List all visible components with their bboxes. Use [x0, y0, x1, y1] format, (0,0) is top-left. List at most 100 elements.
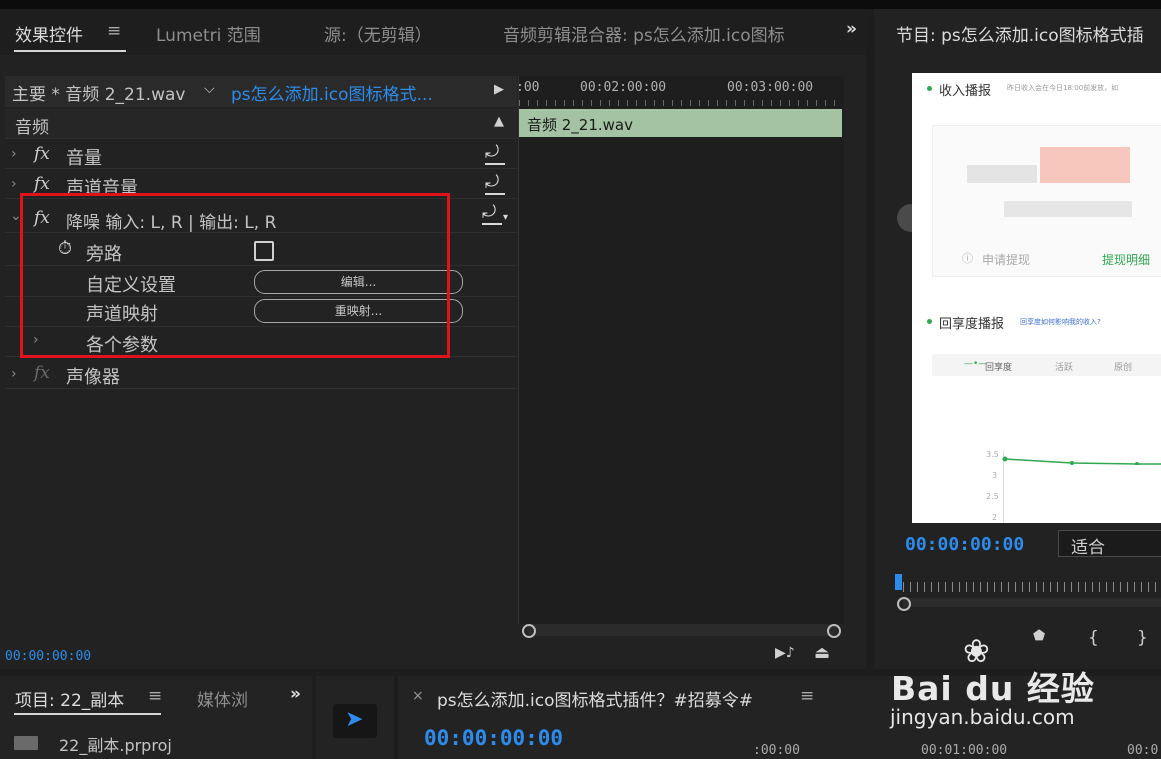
- ruler-ticks: [519, 100, 841, 106]
- remap-button[interactable]: 重映射...: [254, 299, 463, 323]
- bypass-label: 旁路: [86, 244, 122, 265]
- active-tab-underline: [14, 50, 126, 52]
- sequence-ruler-label: 00:0: [1127, 743, 1159, 758]
- sequence-tab-title[interactable]: ps怎么添加.ico图标格式插件？#招募令#: [437, 686, 753, 711]
- y-tick-label: 3: [992, 471, 998, 480]
- tab-audio-clip-mixer[interactable]: 音频剪辑混合器: ps怎么添加.ico图标: [503, 21, 813, 46]
- fx-icon[interactable]: fx: [34, 208, 50, 228]
- reset-icon[interactable]: ⤾: [482, 202, 496, 222]
- watermark-brand-text: Bai du 经验: [891, 669, 1095, 708]
- tab-lumetri-scopes[interactable]: Lumetri 范围: [156, 21, 261, 46]
- section2-link: 回享度如何影响我的收入?: [1020, 318, 1101, 326]
- audio-section-label: 音频: [15, 118, 49, 138]
- fx-icon[interactable]: fx: [34, 174, 50, 194]
- mini-timeline-scrollbar[interactable]: [527, 624, 837, 636]
- ruler-label: :00: [516, 80, 540, 95]
- sequence-ruler-label: :00:00: [753, 743, 800, 758]
- fit-dropdown-value: 适合: [1071, 538, 1105, 558]
- play-triangle-icon[interactable]: ▶: [494, 82, 504, 97]
- expand-chevron-icon[interactable]: ›: [11, 176, 17, 192]
- effect-noise-reduction-label: 降噪 输入: L, R | 输出: L, R: [66, 213, 277, 233]
- legend-label: 回享度: [985, 363, 1013, 373]
- clip-sequence-link[interactable]: ps怎么添加.ico图标格式...: [231, 80, 433, 105]
- mark-out-icon[interactable]: }: [1137, 628, 1148, 648]
- chevron-down-icon[interactable]: ⌵: [204, 81, 215, 97]
- folder-icon: [14, 736, 38, 750]
- panel-menu-icon[interactable]: ≡: [107, 21, 121, 41]
- stopwatch-icon[interactable]: ⏱: [58, 238, 72, 259]
- mini-timeline-area: [518, 76, 844, 624]
- bullet-dot: [927, 86, 932, 91]
- custom-setup-label: 自定义设置: [86, 275, 176, 296]
- tab-media-browser[interactable]: 媒体浏: [197, 686, 248, 711]
- export-icon[interactable]: ⏏: [814, 643, 830, 663]
- baidu-watermark-logo: Bai du 经验 ❀: [891, 632, 1101, 708]
- param-row-individual-params[interactable]: [5, 327, 517, 357]
- program-scroll-handle[interactable]: [897, 597, 911, 611]
- sequence-ruler-label: 00:01:00:00: [921, 743, 1008, 758]
- section1-note: 昨日收入会在今日18:00前发放，如: [1007, 84, 1119, 92]
- program-scrollbar[interactable]: [903, 598, 1161, 607]
- program-playhead[interactable]: [895, 574, 902, 590]
- legend-item: —•—: [964, 359, 988, 369]
- play-audio-icon[interactable]: ▶♪: [775, 645, 795, 661]
- blurred-value-gray2: [1004, 201, 1132, 217]
- window-top-strip: [0, 0, 1161, 9]
- reset-underline: [482, 223, 502, 225]
- fx-icon[interactable]: fx: [34, 144, 50, 164]
- reset-icon[interactable]: ⤾: [485, 172, 499, 192]
- blurred-value-gray: [967, 165, 1037, 183]
- scroll-handle-left[interactable]: [522, 624, 536, 638]
- edit-button[interactable]: 编辑...: [254, 270, 463, 294]
- audio-section-header: [5, 109, 517, 139]
- panel-overflow-icon[interactable]: »: [846, 19, 857, 39]
- bypass-checkbox[interactable]: [254, 241, 274, 261]
- section1-title: 收入播报: [939, 84, 992, 99]
- ruler-label: 00:03:00:00: [727, 80, 814, 95]
- sequence-timecode[interactable]: 00:00:00:00: [424, 726, 563, 750]
- expand-chevron-icon[interactable]: ⌄: [10, 208, 22, 224]
- legend-label: 活跃: [1055, 363, 1074, 373]
- tab-effect-controls[interactable]: 效果控件: [15, 21, 83, 46]
- watermark-url: jingyan.baidu.com: [890, 705, 1075, 729]
- reset-icon[interactable]: ⤾: [485, 142, 499, 162]
- panel-menu-icon[interactable]: ≡: [148, 686, 162, 706]
- program-preview-frame: 收入播报 昨日收入会在今日18:00前发放，如 ⓘ 申请提现 提现明细 回享度播…: [912, 73, 1161, 523]
- section2-title: 回享度播报: [939, 317, 1005, 332]
- tab-project[interactable]: 项目: 22_副本: [15, 686, 124, 711]
- bullet-dot: [927, 319, 932, 324]
- audio-clip-label: 音频 2_21.wav: [527, 116, 634, 134]
- effect-channel-volume-label: 声道音量: [66, 178, 138, 199]
- close-icon[interactable]: ×: [412, 688, 424, 704]
- reset-underline: [485, 163, 505, 165]
- expand-chevron-icon[interactable]: ›: [11, 366, 17, 382]
- program-ruler-ticks: [903, 582, 1161, 592]
- expand-chevron-icon[interactable]: ›: [11, 146, 17, 162]
- withdraw-label: 申请提现: [982, 253, 1031, 267]
- y-tick-label: 3.5: [986, 450, 999, 459]
- info-icon: ⓘ: [962, 252, 973, 265]
- reset-dropdown-icon[interactable]: ▾: [503, 212, 508, 223]
- legend-label: 原创: [1114, 363, 1133, 373]
- expand-chevron-icon[interactable]: ›: [33, 332, 39, 348]
- panel-menu-icon[interactable]: ≡: [800, 686, 814, 706]
- project-file-label[interactable]: 22_副本.prproj: [59, 732, 172, 756]
- collapse-up-icon[interactable]: ▲: [494, 114, 504, 129]
- individual-params-label: 各个参数: [86, 335, 158, 356]
- reset-underline: [485, 193, 505, 195]
- scroll-handle-right[interactable]: [827, 624, 841, 638]
- withdraw-detail-link: 提现明细: [1102, 253, 1151, 267]
- fx-icon[interactable]: fx: [34, 363, 50, 383]
- ruler-label: 00:02:00:00: [580, 80, 667, 95]
- paw-icon: ❀: [963, 632, 990, 670]
- y-tick-label: 2.5: [986, 492, 999, 501]
- effect-controls-timecode[interactable]: 00:00:00:00: [5, 649, 91, 664]
- active-tab-underline: [14, 713, 161, 715]
- panel-overflow-icon[interactable]: »: [290, 684, 301, 704]
- trend-line-chart: [1002, 456, 1161, 465]
- tab-source[interactable]: 源:（无剪辑）: [324, 21, 432, 46]
- program-monitor-title: 节目: ps怎么添加.ico图标格式插: [896, 26, 1144, 46]
- effect-volume-label: 音量: [66, 148, 102, 169]
- program-timecode[interactable]: 00:00:00:00: [905, 534, 1024, 555]
- blurred-value-pink: [1040, 147, 1130, 183]
